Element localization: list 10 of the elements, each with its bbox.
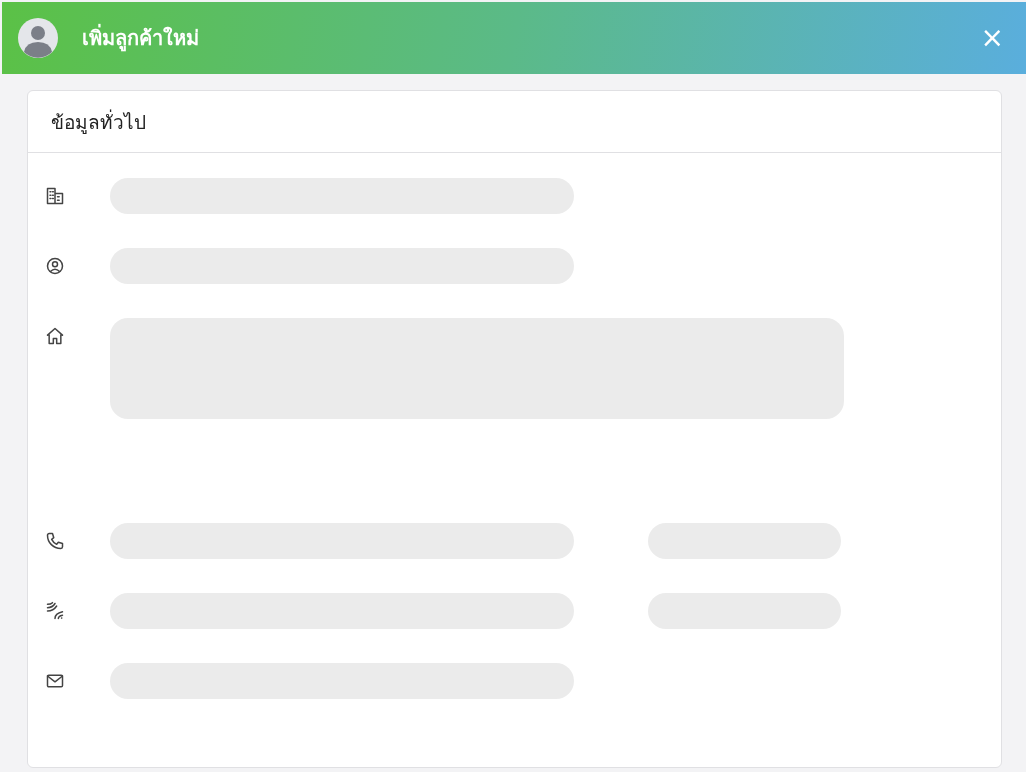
close-button[interactable]: × bbox=[974, 24, 1010, 52]
section-title: ข้อมูลทั่วไป bbox=[51, 108, 146, 136]
avatar-icon bbox=[18, 18, 58, 58]
phone-icon bbox=[45, 531, 65, 551]
building-icon bbox=[45, 186, 65, 206]
mail-icon bbox=[45, 671, 65, 691]
home-icon bbox=[45, 326, 65, 346]
dialog-title: เพิ่มลูกค้าใหม่ bbox=[82, 23, 200, 54]
signal-icon bbox=[45, 601, 65, 621]
person-icon bbox=[45, 256, 65, 276]
